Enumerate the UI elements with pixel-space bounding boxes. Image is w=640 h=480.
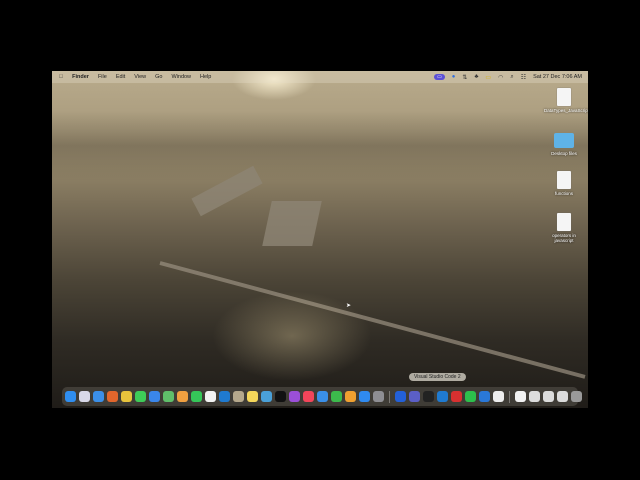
desktop-icon-label: Desktop files	[551, 151, 577, 156]
dock-music-icon[interactable]	[303, 391, 314, 402]
dock-window-thumbnail-icon[interactable]	[543, 391, 554, 402]
dock-blue-app-icon[interactable]	[395, 391, 406, 402]
dock-maps-icon[interactable]	[163, 391, 174, 402]
desktop-icon-desktop-files[interactable]: Desktop files	[544, 133, 584, 156]
menu-edit[interactable]: Edit	[116, 74, 125, 80]
control-center-icon[interactable]: ☷	[521, 74, 526, 81]
wallpaper-haze	[52, 111, 588, 181]
apple-menu-icon[interactable]: 	[59, 74, 63, 80]
sync-icon[interactable]: ⇅	[462, 74, 467, 81]
dock-finder-icon[interactable]	[65, 391, 76, 402]
dock-firefox-icon[interactable]	[107, 391, 118, 402]
dock-window-thumbnail-icon[interactable]	[529, 391, 540, 402]
menu-window[interactable]: Window	[171, 74, 191, 80]
document-icon	[557, 213, 571, 231]
dock-quicktime-icon[interactable]	[479, 391, 490, 402]
wifi-icon[interactable]: ◠	[498, 74, 503, 81]
dock-podcasts-icon[interactable]	[289, 391, 300, 402]
dock-red-app-icon[interactable]	[451, 391, 462, 402]
dock-window-thumbnail-icon[interactable]	[557, 391, 568, 402]
desktop-icon-datatypes[interactable]: DataTypes_JavaScript_Uhl..._Academy	[544, 88, 588, 113]
dock-apple-tv-icon[interactable]	[275, 391, 286, 402]
dock-notes-icon[interactable]	[247, 391, 258, 402]
desktop-icon-label: operators in javascript	[552, 233, 576, 243]
menu-file[interactable]: File	[98, 74, 107, 80]
menu-bar:  Finder File Edit View Go Window Help ▭…	[52, 71, 588, 83]
menu-go[interactable]: Go	[155, 74, 162, 80]
menu-help[interactable]: Help	[200, 74, 211, 80]
desktop:  Finder File Edit View Go Window Help ▭…	[52, 71, 588, 408]
extension-icon[interactable]: ♣	[474, 74, 478, 80]
dock-tooltip: Visual Studio Code 2	[409, 373, 466, 381]
wallpaper-pier	[262, 201, 322, 246]
dock-pages-icon[interactable]	[345, 391, 356, 402]
dock-terminal-icon[interactable]	[423, 391, 434, 402]
folder-icon	[554, 133, 574, 148]
dock-contacts-icon[interactable]	[233, 391, 244, 402]
dock-photos-icon[interactable]	[177, 391, 188, 402]
dock-vscode-icon[interactable]	[219, 391, 230, 402]
battery-icon[interactable]: ▭	[485, 74, 491, 81]
dock-safari-icon[interactable]	[93, 391, 104, 402]
dock-preview-icon[interactable]	[261, 391, 272, 402]
dock-messages-icon[interactable]	[135, 391, 146, 402]
menu-view[interactable]: View	[134, 74, 146, 80]
dock-separator	[509, 390, 510, 403]
search-icon[interactable]: ⌕	[510, 74, 513, 81]
document-icon	[557, 171, 571, 189]
dock-app-store-icon[interactable]	[359, 391, 370, 402]
dock-whatsapp-icon[interactable]	[465, 391, 476, 402]
dock-textedit-icon[interactable]	[493, 391, 504, 402]
dock-mail-icon[interactable]	[149, 391, 160, 402]
dock-system-settings-icon[interactable]	[373, 391, 384, 402]
dock-reminders-icon[interactable]	[205, 391, 216, 402]
dock-facetime-icon[interactable]	[191, 391, 202, 402]
dock-document-stack-icon[interactable]	[515, 391, 526, 402]
desktop-icon-operators[interactable]: operators in javascript	[544, 213, 584, 243]
screen-record-icon[interactable]: ▭	[434, 74, 445, 80]
dock-separator	[389, 390, 390, 403]
dock-launchpad-icon[interactable]	[79, 391, 90, 402]
desktop-icon-label: functions	[554, 191, 573, 196]
dock-keynote-icon[interactable]	[317, 391, 328, 402]
status-app-icon[interactable]: ●	[452, 74, 456, 80]
menu-clock[interactable]: Sat 27 Dec 7:06 AM	[533, 74, 582, 80]
dock	[62, 387, 582, 406]
mouse-cursor-icon: ➤	[346, 303, 352, 309]
desktop-icon-label: DataTypes_JavaScript_Uhl..._Academy	[544, 108, 588, 113]
dock-vscode-2-icon[interactable]	[437, 391, 448, 402]
dock-teams-icon[interactable]	[409, 391, 420, 402]
menu-app-name[interactable]: Finder	[72, 74, 89, 80]
desktop-icon-functions[interactable]: functions	[544, 171, 584, 196]
dock-trash-icon[interactable]	[571, 391, 582, 402]
document-icon	[557, 88, 571, 106]
dock-numbers-icon[interactable]	[331, 391, 342, 402]
dock-chrome-icon[interactable]	[121, 391, 132, 402]
